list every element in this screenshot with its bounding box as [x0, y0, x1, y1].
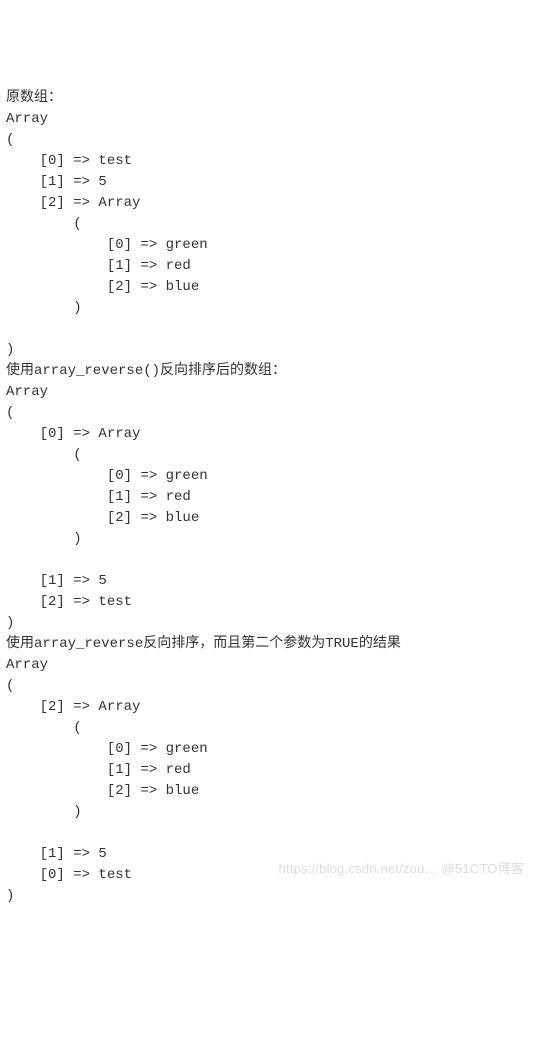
watermark-text: https://blog.csdn.net/zou… @51CTO博客 [279, 859, 524, 879]
code-output: 原数组： Array ( [0] => test [1] => 5 [2] =>… [6, 88, 532, 907]
